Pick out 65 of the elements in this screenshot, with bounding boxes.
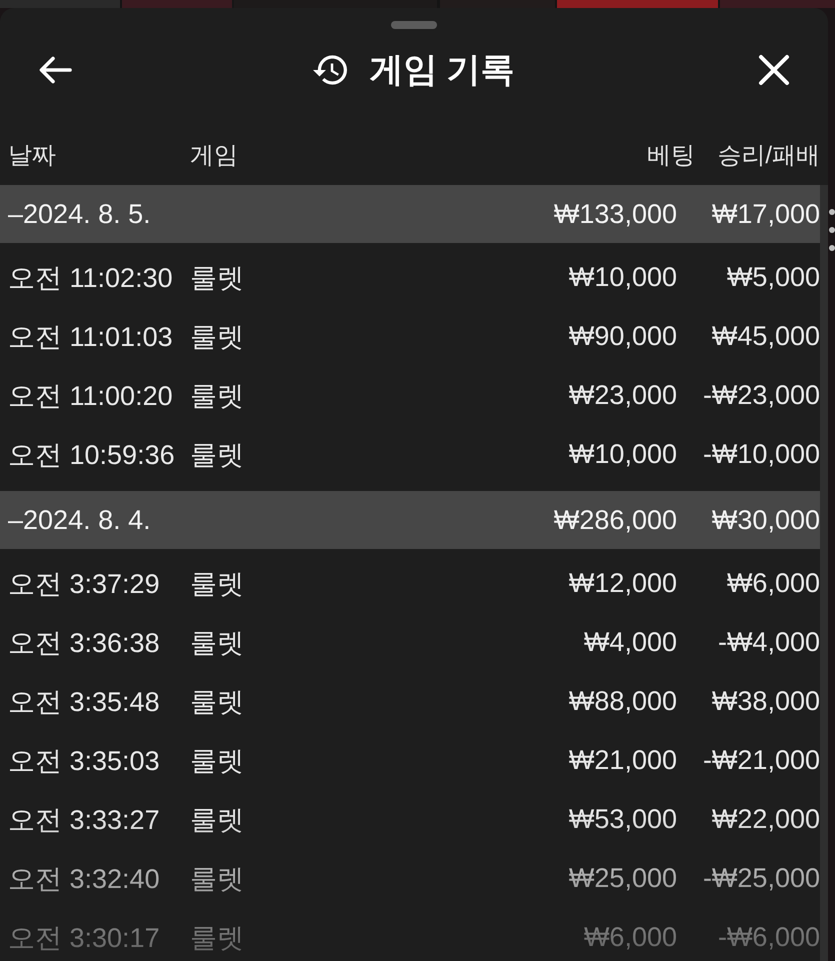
result-cell: ₩38,000 xyxy=(712,686,820,717)
game-cell-text: 룰렛 xyxy=(190,262,245,294)
drag-handle[interactable] xyxy=(391,21,437,29)
result-cell: ₩22,000 xyxy=(712,804,820,835)
column-header: 게임 xyxy=(190,140,239,170)
bet-cell: ₩88,000 xyxy=(568,686,677,717)
time-cell-text: 오전 3:35:03 xyxy=(8,744,161,778)
time-cell-text: 오전 3:36:38 xyxy=(8,626,161,660)
more-icon xyxy=(829,208,835,252)
group-bet-total: ₩286,000 xyxy=(554,504,677,536)
sheet-title: 게임 기록 xyxy=(369,50,515,91)
bet-cell: ₩23,000 xyxy=(568,380,677,411)
result-cell: -₩25,000 xyxy=(702,863,820,894)
time-cell-text: 오전 3:35:48 xyxy=(8,686,161,718)
back-arrow-icon xyxy=(38,56,72,84)
bet-cell: ₩6,000 xyxy=(584,922,677,953)
date-group-header[interactable]: –2024. 8. 5. ₩133,000 ₩17,000 xyxy=(0,185,820,243)
game-cell-text: 룰렛 xyxy=(190,568,245,600)
game-cell-text: 룰렛 xyxy=(190,380,245,412)
game-cell-text: 룰렛 xyxy=(190,744,245,778)
time-cell-text: 오전 3:32:40 xyxy=(8,862,161,896)
bet-cell: ₩10,000 xyxy=(568,439,677,470)
game-cell-text: 룰렛 xyxy=(190,804,245,836)
column-header: 베팅 xyxy=(647,140,695,170)
result-cell: -₩10,000 xyxy=(702,439,820,470)
bet-cell: ₩21,000 xyxy=(568,745,677,776)
time-cell-text: 오전 11:01:03 xyxy=(8,320,174,354)
game-cell-text: 룰렛 xyxy=(190,862,245,896)
game-cell-text: 룰렛 xyxy=(190,438,245,472)
date-group-header[interactable]: –2024. 8. 4. ₩286,000 ₩30,000 xyxy=(0,491,820,549)
bet-cell: ₩25,000 xyxy=(568,863,677,894)
game-cell-text: 룰렛 xyxy=(190,686,245,718)
time-cell-text: 오전 10:59:36 xyxy=(8,438,176,472)
result-cell: -₩21,000 xyxy=(702,745,820,776)
bet-cell: ₩53,000 xyxy=(568,804,677,835)
result-cell: ₩6,000 xyxy=(726,568,820,599)
column-header: 날짜 xyxy=(8,140,57,170)
group-date: –2024. 8. 5. xyxy=(8,198,152,230)
time-cell-text: 오전 3:37:29 xyxy=(8,568,161,600)
bet-cell: ₩90,000 xyxy=(568,321,677,352)
time-cell-text: 오전 11:00:20 xyxy=(8,380,174,412)
result-cell: ₩45,000 xyxy=(712,321,820,352)
close-icon xyxy=(758,54,790,86)
bet-cell: ₩12,000 xyxy=(568,568,677,599)
history-icon xyxy=(313,55,348,85)
scrollbar-track[interactable] xyxy=(820,185,828,961)
close-button[interactable] xyxy=(758,54,790,86)
game-cell-text: 룰렛 xyxy=(190,922,245,954)
group-date: –2024. 8. 4. xyxy=(8,504,152,536)
bet-cell: ₩4,000 xyxy=(584,627,677,658)
back-button[interactable] xyxy=(38,56,72,84)
time-cell-text: 오전 3:30:17 xyxy=(8,922,161,954)
bet-cell: ₩10,000 xyxy=(568,262,677,293)
group-result-total: ₩30,000 xyxy=(712,504,820,536)
time-cell-text: 오전 3:33:27 xyxy=(8,804,161,836)
game-cell-text: 룰렛 xyxy=(190,626,245,660)
group-result-total: ₩17,000 xyxy=(712,198,820,230)
game-cell-text: 룰렛 xyxy=(190,320,245,354)
group-bet-total: ₩133,000 xyxy=(554,198,677,230)
result-cell: -₩4,000 xyxy=(718,627,820,658)
result-cell: -₩23,000 xyxy=(702,380,820,411)
column-header: 승리/패배 xyxy=(717,140,820,170)
time-cell-text: 오전 11:02:30 xyxy=(8,262,174,294)
result-cell: -₩6,000 xyxy=(718,922,820,953)
result-cell: ₩5,000 xyxy=(726,262,820,293)
